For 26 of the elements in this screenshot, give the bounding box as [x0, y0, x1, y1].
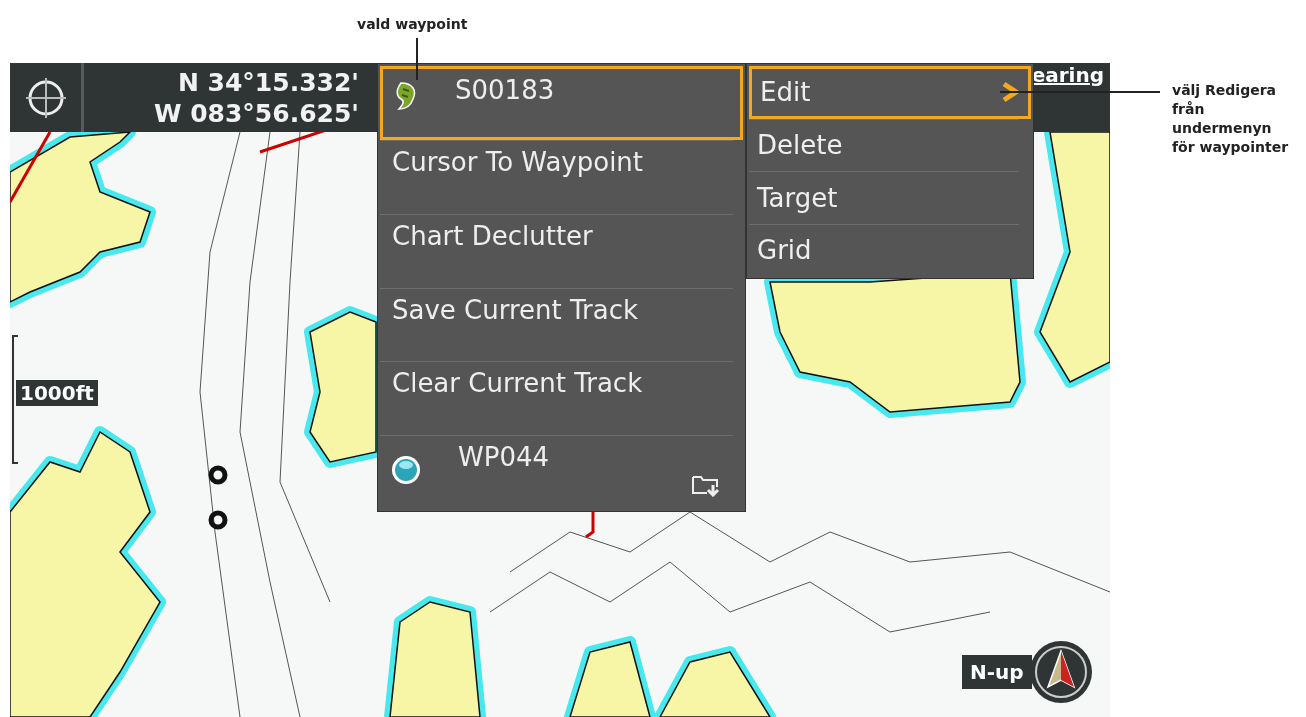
annotation-text: välj Redigera från undermenyn för waypointer	[1172, 81, 1289, 157]
longitude-text: W 083°56.625'	[153, 97, 359, 129]
track-line	[585, 510, 595, 539]
menu-item[interactable]: Clear Current Track	[380, 361, 733, 436]
data-field-label: earing	[1031, 63, 1104, 87]
submenu-item[interactable]: Edit	[749, 66, 1031, 119]
chart-scale: 1000ft	[16, 380, 98, 406]
menu-item[interactable]: S00183	[380, 66, 743, 140]
chevron-right-icon	[1000, 81, 1020, 104]
menu-item[interactable]: Cursor To Waypoint	[380, 139, 733, 214]
submenu-item[interactable]: Grid	[749, 223, 1019, 276]
waypoint-marker-icon[interactable]	[208, 510, 228, 530]
annotation-text: vald waypoint	[357, 16, 468, 32]
waypoint-marker-icon[interactable]	[208, 465, 228, 485]
folder-download-icon[interactable]	[691, 473, 721, 497]
submenu-item[interactable]: Target	[749, 171, 1019, 224]
crosshair-icon[interactable]	[23, 75, 68, 120]
submenu-item[interactable]: Delete	[749, 118, 1019, 171]
latitude-text: N 34°15.332'	[177, 66, 359, 98]
leader-line	[416, 38, 418, 80]
orientation-mode: N-up	[962, 655, 1032, 689]
menu-item[interactable]: Save Current Track	[380, 287, 733, 362]
menu-item[interactable]: Chart Declutter	[380, 213, 733, 288]
waypoint-dot-icon	[390, 454, 422, 487]
menu-item[interactable]: WP044	[380, 435, 733, 509]
road-line	[10, 132, 52, 203]
